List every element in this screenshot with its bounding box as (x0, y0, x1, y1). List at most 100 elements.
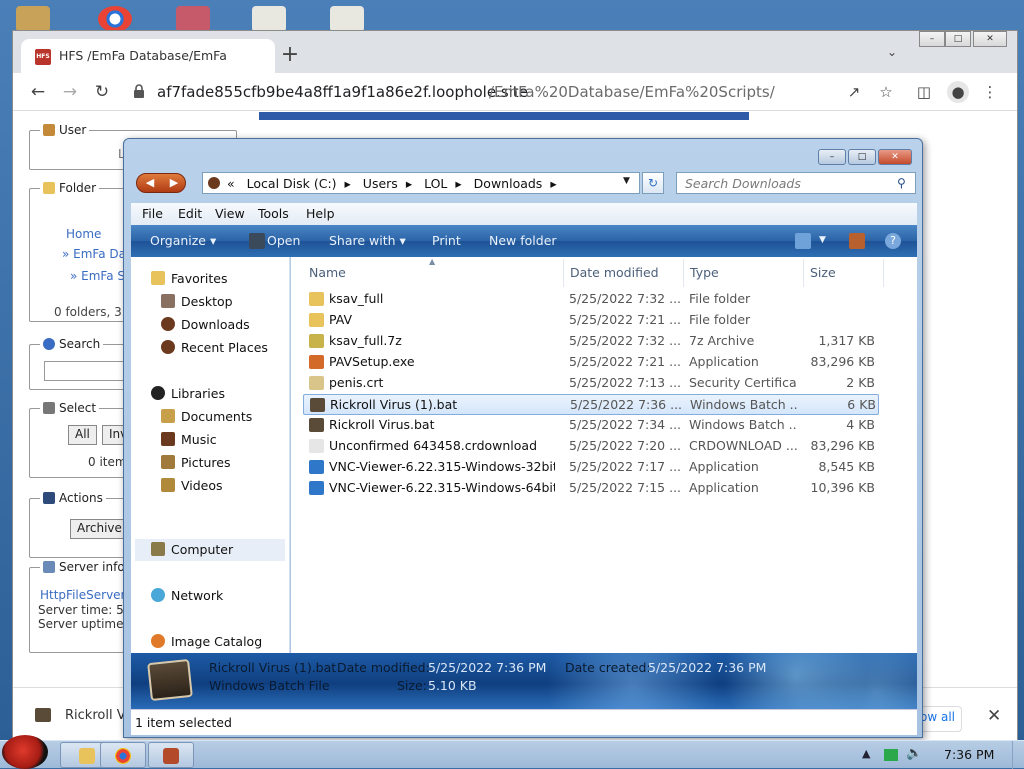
file-row[interactable]: penis.crt 5/25/2022 7:13 ... Security Cert… (303, 373, 879, 394)
breadcrumb-downloads[interactable]: Downloads (474, 176, 543, 191)
nav-recent-places[interactable]: Recent Places (161, 340, 268, 355)
nav-documents[interactable]: Documents (161, 409, 252, 424)
file-type: File folder (689, 312, 751, 327)
browser-tab[interactable]: HFS HFS /EmFa Database/EmFa Scripts/ (21, 39, 275, 73)
minimize-button[interactable]: – (919, 31, 945, 47)
menu-tools[interactable]: Tools (258, 206, 289, 221)
select-all-button[interactable]: All (68, 425, 97, 445)
column-name[interactable]: Name (309, 265, 346, 280)
selected-count: 0 item (88, 455, 127, 469)
server-icon (43, 561, 55, 573)
nav-image-catalog[interactable]: Image Catalog (151, 634, 262, 649)
open-button[interactable]: Open (267, 233, 300, 248)
chrome-icon (115, 748, 131, 764)
nav-music[interactable]: Music (161, 432, 217, 447)
organize-button[interactable]: Organize ▾ (150, 233, 216, 248)
show-hidden-icons-icon[interactable]: ▲ (862, 747, 870, 760)
menu-file[interactable]: File (142, 206, 163, 221)
forward-arrow-icon[interactable]: ▶ (163, 175, 185, 191)
file-row[interactable]: VNC-Viewer-6.22.315-Windows-64bit... 5/25… (303, 478, 879, 499)
explorer-minimize-button[interactable]: – (818, 149, 846, 165)
file-row[interactable]: ksav_full.7z 5/25/2022 7:32 ... 7z Archive… (303, 331, 879, 352)
nav-computer[interactable]: Computer (151, 542, 233, 557)
file-row[interactable]: PAV 5/25/2022 7:21 ... File folder (303, 310, 879, 331)
breadcrumb-emfa-database[interactable]: » EmFa Dat (62, 247, 131, 261)
column-size[interactable]: Size (810, 265, 836, 280)
back-arrow-icon[interactable]: ◀ (139, 175, 161, 191)
clock[interactable]: 7:36 PM (944, 747, 994, 762)
start-button-icon[interactable] (2, 735, 48, 769)
column-date-modified[interactable]: Date modified (570, 265, 659, 280)
close-button[interactable]: ✕ (973, 31, 1007, 47)
new-folder-button[interactable]: New folder (489, 233, 557, 248)
tab-search-chevron-icon[interactable]: ⌄ (887, 45, 897, 59)
bookmark-star-icon[interactable]: ☆ (875, 81, 897, 103)
file-row[interactable]: ksav_full 5/25/2022 7:32 ... File folder (303, 289, 879, 310)
share-icon[interactable]: ↗ (843, 81, 865, 103)
desktop-icon[interactable] (16, 6, 50, 32)
back-arrow-icon[interactable]: ← (25, 79, 51, 105)
show-desktop-button[interactable] (1012, 741, 1024, 769)
file-date-modified: 5/25/2022 7:32 ... (569, 333, 682, 348)
nav-libraries[interactable]: Libraries (151, 386, 225, 401)
nav-downloads[interactable]: Downloads (161, 317, 250, 332)
view-options-dropdown-icon[interactable]: ▼ (819, 235, 826, 245)
print-button[interactable]: Print (432, 233, 461, 248)
address-dropdown-icon[interactable]: ▼ (623, 176, 630, 186)
explorer-maximize-button[interactable]: □ (848, 149, 876, 165)
explorer-close-button[interactable]: ✕ (878, 149, 912, 165)
refresh-icon[interactable]: ↻ (642, 172, 664, 194)
maximize-button[interactable]: □ (945, 31, 971, 47)
file-name: ksav_full.7z (329, 333, 402, 348)
file-size: 1,317 KB (818, 333, 875, 348)
batch-file-large-icon (147, 658, 193, 702)
download-item-name[interactable]: Rickroll V (65, 708, 126, 723)
profile-icon[interactable]: ● (947, 81, 969, 103)
document-desktop-icon[interactable] (252, 6, 286, 32)
file-row[interactable]: PAVSetup.exe 5/25/2022 7:21 ... Applicatio… (303, 352, 879, 373)
share-with-button[interactable]: Share with ▾ (329, 233, 406, 248)
address-bar[interactable]: af7fade855cfb9be4a8ff1a9f1a86e2f.loophol… (125, 77, 869, 107)
breadcrumb-lol[interactable]: LOL (424, 176, 447, 191)
breadcrumb-users[interactable]: Users (363, 176, 398, 191)
file-row[interactable]: VNC-Viewer-6.22.315-Windows-32bit... 5/25… (303, 457, 879, 478)
menu-edit[interactable]: Edit (178, 206, 202, 221)
file-row[interactable]: Rickroll Virus.bat 5/25/2022 7:34 ... Wind… (303, 415, 879, 436)
search-icon[interactable]: ⚲ (897, 176, 906, 190)
menu-kebab-icon[interactable]: ⋮ (979, 81, 1001, 103)
view-options-icon[interactable] (795, 233, 811, 249)
network-tray-icon[interactable] (884, 749, 898, 761)
taskbar-chrome[interactable] (100, 742, 146, 768)
status-bar: 1 item selected (131, 709, 917, 735)
file-row[interactable]: Unconfirmed 643458.crdownload 5/25/2022 7… (303, 436, 879, 457)
side-panel-icon[interactable]: ◫ (913, 81, 935, 103)
preview-pane-icon[interactable] (849, 233, 865, 249)
new-tab-button[interactable]: + (277, 43, 303, 69)
close-download-bar-icon[interactable]: ✕ (987, 706, 1001, 726)
menu-view[interactable]: View (215, 206, 245, 221)
file-name: Unconfirmed 643458.crdownload (329, 438, 538, 453)
home-link[interactable]: Home (66, 227, 101, 241)
help-icon[interactable]: ? (885, 233, 901, 249)
file-row[interactable]: Rickroll Virus (1).bat 5/25/2022 7:36 ...… (303, 394, 879, 415)
nav-videos[interactable]: Videos (161, 478, 223, 493)
forward-arrow-icon[interactable]: → (57, 79, 83, 105)
nav-desktop[interactable]: Desktop (161, 294, 233, 309)
image-catalog-icon (151, 634, 165, 648)
chrome-desktop-icon[interactable] (98, 6, 132, 32)
explorer-search-input[interactable]: Search Downloads ⚲ (676, 172, 916, 194)
nav-pictures[interactable]: Pictures (161, 455, 231, 470)
menu-help[interactable]: Help (306, 206, 335, 221)
file-date-modified: 5/25/2022 7:15 ... (569, 480, 682, 495)
reload-icon[interactable]: ↻ (89, 79, 115, 105)
explorer-address-bar[interactable]: « Local Disk (C:) ▸ Users ▸ LOL ▸ Downloads… (202, 172, 640, 194)
nav-network[interactable]: Network (151, 588, 223, 603)
taskbar-app[interactable] (148, 742, 194, 768)
archive-button[interactable]: Archive (70, 519, 129, 539)
desktop-icon[interactable] (176, 6, 210, 32)
nav-favorites[interactable]: Favorites (151, 271, 227, 286)
document-desktop-icon[interactable] (330, 6, 364, 32)
column-type[interactable]: Type (690, 265, 719, 280)
volume-icon[interactable]: 🔈 (906, 746, 922, 761)
breadcrumb-local-disk[interactable]: Local Disk (C:) (247, 176, 337, 191)
